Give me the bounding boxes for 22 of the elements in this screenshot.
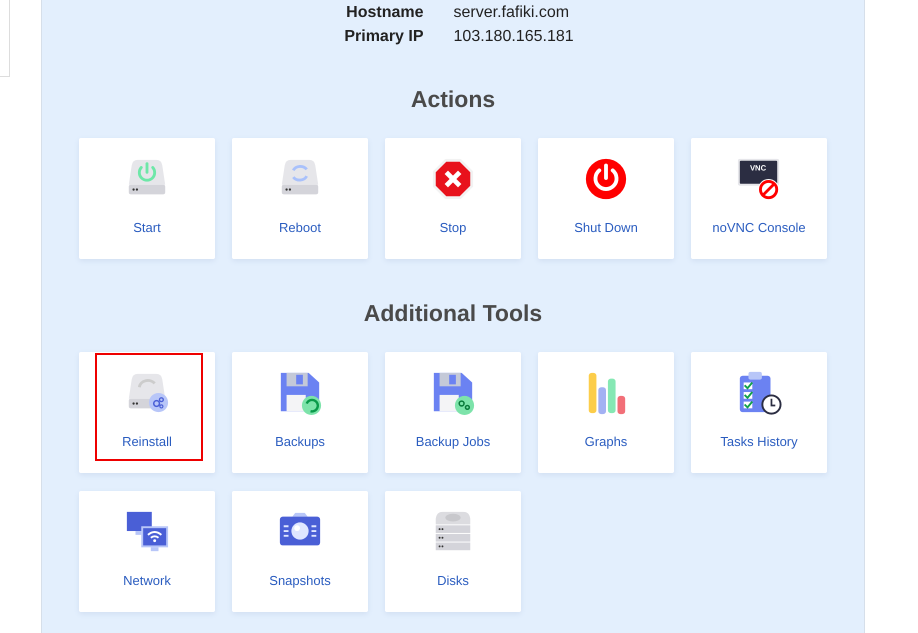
tool-tile[interactable]: Start (79, 138, 215, 259)
tool-tile[interactable]: Snapshots (232, 491, 368, 612)
tool-tile[interactable]: Backups (232, 352, 368, 473)
tool-tile[interactable]: Reinstall (79, 352, 215, 473)
info-value: server.fafiki.com (454, 3, 570, 23)
stop-sign-icon (430, 156, 476, 202)
tool-tile[interactable]: Disks (385, 491, 521, 612)
icon-text: VNC (750, 163, 766, 172)
tool-tile[interactable]: Tasks History (691, 352, 827, 473)
info-value: 103.180.165.181 (454, 27, 574, 47)
tool-tile[interactable]: Graphs (538, 352, 674, 473)
section-title: Additional Tools (364, 300, 542, 326)
info-label: Primary IP (344, 27, 424, 47)
tool-tile[interactable]: Backup Jobs (385, 352, 521, 473)
info-label: Hostname (345, 3, 424, 23)
power-icon (583, 156, 629, 202)
section-title: Actions (410, 86, 496, 112)
tool-tile[interactable]: Shut Down (538, 138, 674, 259)
tool-tile[interactable]: Stop (385, 138, 521, 259)
tool-tile[interactable]: VNC noVNC Console (691, 138, 827, 259)
tool-tile[interactable]: Reboot (232, 138, 368, 259)
tool-tile[interactable]: Network (79, 491, 215, 612)
